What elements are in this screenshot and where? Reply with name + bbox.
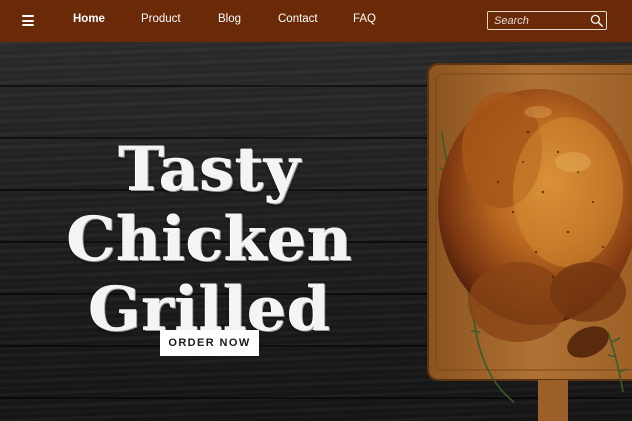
- nav-link-home[interactable]: Home: [73, 13, 105, 25]
- search-input[interactable]: [488, 12, 590, 29]
- nav-link-contact[interactable]: Contact: [278, 13, 318, 25]
- hamburger-menu-icon[interactable]: [22, 15, 34, 26]
- hero-section: Tasty Chicken Grilled ORDER NOW: [0, 42, 632, 421]
- search-icon[interactable]: [590, 14, 603, 27]
- search-box: [487, 11, 607, 30]
- roast-chicken-image: [427, 63, 632, 421]
- nav-link-faq[interactable]: FAQ: [353, 13, 376, 25]
- order-now-button[interactable]: ORDER NOW: [160, 330, 259, 356]
- nav-link-blog[interactable]: Blog: [218, 13, 241, 25]
- nav-link-product[interactable]: Product: [141, 13, 181, 25]
- hero-title-line: Tasty: [118, 133, 302, 205]
- navbar: Home Product Blog Contact FAQ: [0, 0, 632, 42]
- hero-title: Tasty Chicken Grilled: [55, 133, 365, 345]
- hero-title-line: Chicken: [67, 203, 353, 275]
